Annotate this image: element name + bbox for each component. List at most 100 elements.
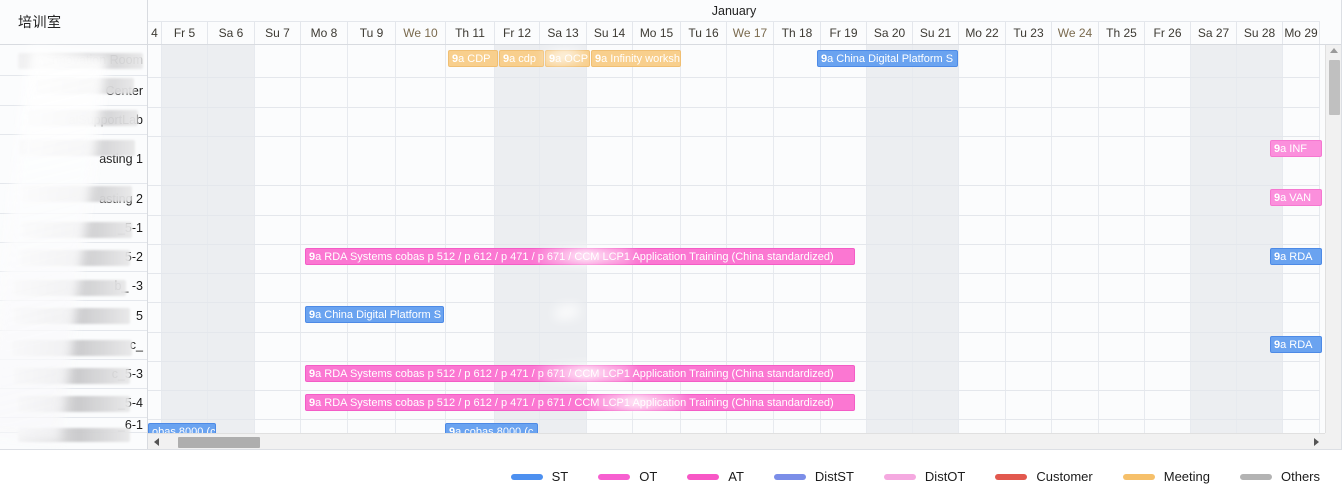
timeline-day-header-7[interactable]: Th 11 <box>446 22 495 44</box>
timeline-column-22[interactable] <box>1145 45 1191 449</box>
timeline-grid: 9a CDP 9a cdp 9a OCP 9a Infinity worksh 9a … <box>148 45 1322 449</box>
resource-panel-header: 培训室 <box>0 0 147 45</box>
timeline-column-23[interactable] <box>1191 45 1237 449</box>
timeline-column-4[interactable] <box>301 45 348 449</box>
legend-label: DistOT <box>924 469 966 484</box>
timeline-day-header-16[interactable]: Sa 20 <box>867 22 913 44</box>
timeline-column-1[interactable] <box>162 45 208 449</box>
timeline-column-5[interactable] <box>348 45 396 449</box>
event-rda-right-2[interactable]: 9a RDA <box>1270 336 1322 353</box>
horizontal-scroll-thumb[interactable] <box>178 437 260 448</box>
timeline-day-header-23[interactable]: Sa 27 <box>1191 22 1237 44</box>
timeline-column-24[interactable] <box>1237 45 1283 449</box>
timeline-column-7[interactable] <box>446 45 495 449</box>
event-rda-long-3[interactable]: 9a RDA Systems cobas p 512 / p 612 / p 4… <box>305 394 855 411</box>
timeline-column-6[interactable] <box>396 45 446 449</box>
scrollbar-corner <box>1325 433 1341 449</box>
event-rda-long-2[interactable]: 9a RDA Systems cobas p 512 / p 612 / p 4… <box>305 365 855 382</box>
timeline-column-13[interactable] <box>727 45 774 449</box>
legend-swatch-icon <box>995 473 1028 480</box>
legend-label: OT <box>639 469 658 484</box>
timeline-day-header-21[interactable]: Th 25 <box>1099 22 1145 44</box>
timeline-column-2[interactable] <box>208 45 255 449</box>
timeline-column-8[interactable] <box>495 45 540 449</box>
timeline-day-header-14[interactable]: Th 18 <box>774 22 821 44</box>
timeline-column-19[interactable] <box>1006 45 1052 449</box>
redaction-blob <box>34 78 134 94</box>
scroll-left-icon[interactable] <box>154 438 159 446</box>
timeline-column-12[interactable] <box>681 45 727 449</box>
timeline-column-18[interactable] <box>959 45 1006 449</box>
timeline-day-header-4[interactable]: Mo 8 <box>301 22 348 44</box>
timeline-day-header-2[interactable]: Sa 6 <box>208 22 255 44</box>
event-cdp-2[interactable]: 9a cdp <box>499 50 544 67</box>
vertical-scrollbar[interactable] <box>1325 45 1341 433</box>
resource-panel: 培训室 nnovation RoomCenteralSupportLabasti… <box>0 0 148 449</box>
timeline-day-header-10[interactable]: Su 14 <box>587 22 633 44</box>
timeline-day-header-24[interactable]: Su 28 <box>1237 22 1283 44</box>
timeline-column-25[interactable] <box>1283 45 1320 449</box>
timeline-column-21[interactable] <box>1099 45 1145 449</box>
legend-swatch-icon <box>1239 473 1272 480</box>
legend-item-distot[interactable]: DistOT <box>883 469 966 484</box>
horizontal-scrollbar[interactable] <box>148 433 1341 449</box>
legend-label: Others <box>1280 469 1320 484</box>
event-cdp[interactable]: 9a CDP <box>448 50 498 67</box>
timeline-area: January 4 Fr 5 Sa 6 Su 7 Mo 8 Tu 9 We 10 Th 11 F… <box>148 0 1341 449</box>
event-ocp[interactable]: 9a OCP <box>545 50 590 67</box>
timeline-day-header-0[interactable]: 4 <box>148 22 162 44</box>
timeline-day-header-3[interactable]: Su 7 <box>255 22 301 44</box>
legend-item-meeting[interactable]: Meeting <box>1122 469 1210 484</box>
redaction-blob <box>18 53 143 69</box>
timeline-day-header-17[interactable]: Su 21 <box>913 22 959 44</box>
event-china-digital-2[interactable]: 9a China Digital Platform S <box>305 306 444 323</box>
timeline-day-header-18[interactable]: Mo 22 <box>959 22 1006 44</box>
timeline-column-0[interactable] <box>148 45 162 449</box>
timeline-day-header-12[interactable]: Tu 16 <box>681 22 727 44</box>
event-rda-right-1[interactable]: 9a RDA <box>1270 248 1322 265</box>
redaction-blob <box>20 140 135 156</box>
event-rda-long-1[interactable]: 9a RDA Systems cobas p 512 / p 612 / p 4… <box>305 248 855 265</box>
timeline-day-header-5[interactable]: Tu 9 <box>348 22 396 44</box>
legend: ST OT AT DistST DistOT Customer Meeting Others <box>0 450 1342 503</box>
timeline-day-header-1[interactable]: Fr 5 <box>162 22 208 44</box>
timeline-column-11[interactable] <box>633 45 681 449</box>
timeline-column-9[interactable] <box>540 45 587 449</box>
timeline-day-header-6[interactable]: We 10 <box>396 22 446 44</box>
scroll-right-icon[interactable] <box>1314 438 1319 446</box>
legend-item-ot[interactable]: OT <box>598 469 657 484</box>
legend-item-customer[interactable]: Customer <box>995 469 1093 484</box>
grid-row-divider <box>148 361 1320 362</box>
legend-swatch-icon <box>883 473 916 480</box>
legend-item-distst[interactable]: DistST <box>773 469 854 484</box>
legend-item-at[interactable]: AT <box>687 469 744 484</box>
legend-label: AT <box>728 469 744 484</box>
event-inf-right[interactable]: 9a INF <box>1270 140 1322 157</box>
vertical-scroll-thumb[interactable] <box>1329 60 1340 115</box>
timeline-column-16[interactable] <box>867 45 913 449</box>
legend-item-st[interactable]: ST <box>510 469 568 484</box>
timeline-day-header-13[interactable]: We 17 <box>727 22 774 44</box>
event-china-digital[interactable]: 9a China Digital Platform S <box>817 50 958 67</box>
timeline-column-20[interactable] <box>1052 45 1099 449</box>
timeline-column-17[interactable] <box>913 45 959 449</box>
timeline-column-10[interactable] <box>587 45 633 449</box>
timeline-column-14[interactable] <box>774 45 821 449</box>
timeline-column-15[interactable] <box>821 45 867 449</box>
timeline-day-header-22[interactable]: Fr 26 <box>1145 22 1191 44</box>
timeline-day-header-20[interactable]: We 24 <box>1052 22 1099 44</box>
timeline-day-header-15[interactable]: Fr 19 <box>821 22 867 44</box>
timeline-column-3[interactable] <box>255 45 301 449</box>
timeline-day-header-25[interactable]: Mo 29 <box>1283 22 1320 44</box>
timeline-day-header-19[interactable]: Tu 23 <box>1006 22 1052 44</box>
redaction-blob <box>22 186 132 202</box>
event-infinity[interactable]: 9a Infinity worksh <box>591 50 681 67</box>
timeline-day-header-8[interactable]: Fr 12 <box>495 22 540 44</box>
event-van-right[interactable]: 9a VAN <box>1270 189 1322 206</box>
timeline-day-header-9[interactable]: Sa 13 <box>540 22 587 44</box>
event-label: a RDA Systems cobas p 512 / p 612 / p 47… <box>315 397 834 409</box>
timeline-day-header-11[interactable]: Mo 15 <box>633 22 681 44</box>
redaction-blob <box>20 250 130 266</box>
scroll-up-icon[interactable] <box>1330 48 1338 53</box>
legend-item-others[interactable]: Others <box>1239 469 1320 484</box>
